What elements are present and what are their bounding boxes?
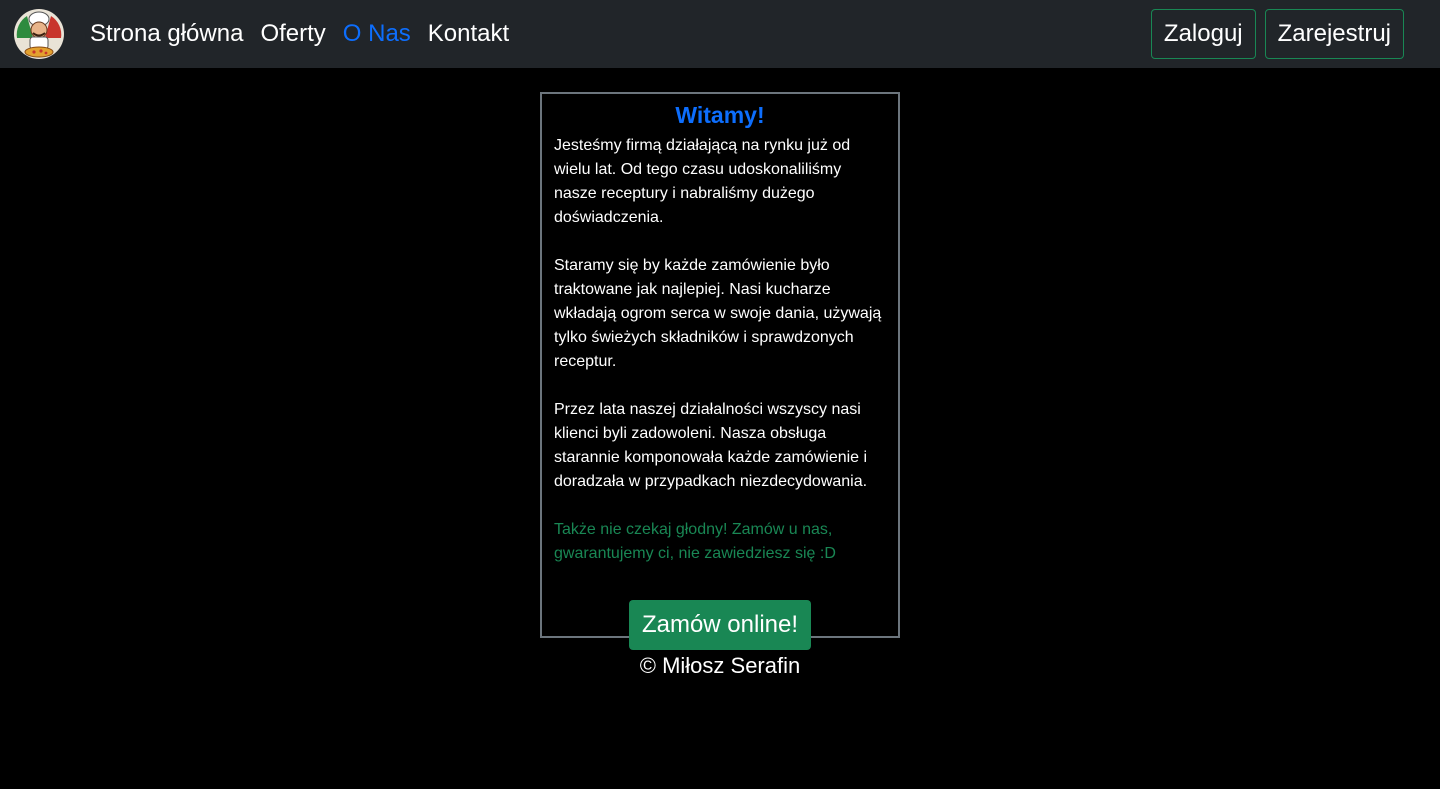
about-paragraph: Staramy się by każde zamówienie było tra… [554,257,882,370]
about-card: Witamy! Jesteśmy firmą działającą na ryn… [540,92,900,650]
about-paragraph: Przez lata naszej działalności wszyscy n… [554,401,868,490]
nav-link-contact[interactable]: Kontakt [428,20,509,48]
closing-text: Także nie czekaj głodny! Zamów u nas, gw… [554,521,836,562]
nav-links: Strona główna Oferty O Nas Kontakt [90,0,526,68]
auth-buttons: Zaloguj Zarejestruj [1150,9,1404,59]
login-button[interactable]: Zaloguj [1150,9,1256,59]
navbar: Strona główna Oferty O Nas Kontakt Zalog… [0,0,1440,68]
nav-link-home[interactable]: Strona główna [90,20,243,48]
nav-link-about[interactable]: O Nas [343,20,411,48]
card-title: Witamy! [675,102,765,128]
card-text: Jesteśmy firmą działającą na rynku już o… [554,134,886,566]
footer-copyright: © Miłosz Serafin [639,653,801,678]
order-wrap: Zamów online! [554,600,886,650]
chef-pizza-logo-icon[interactable] [13,8,65,60]
register-button[interactable]: Zarejestruj [1264,9,1404,59]
nav-link-offers[interactable]: Oferty [260,20,325,48]
about-paragraph: Jesteśmy firmą działającą na rynku już o… [554,137,851,226]
order-online-button[interactable]: Zamów online! [628,600,812,650]
